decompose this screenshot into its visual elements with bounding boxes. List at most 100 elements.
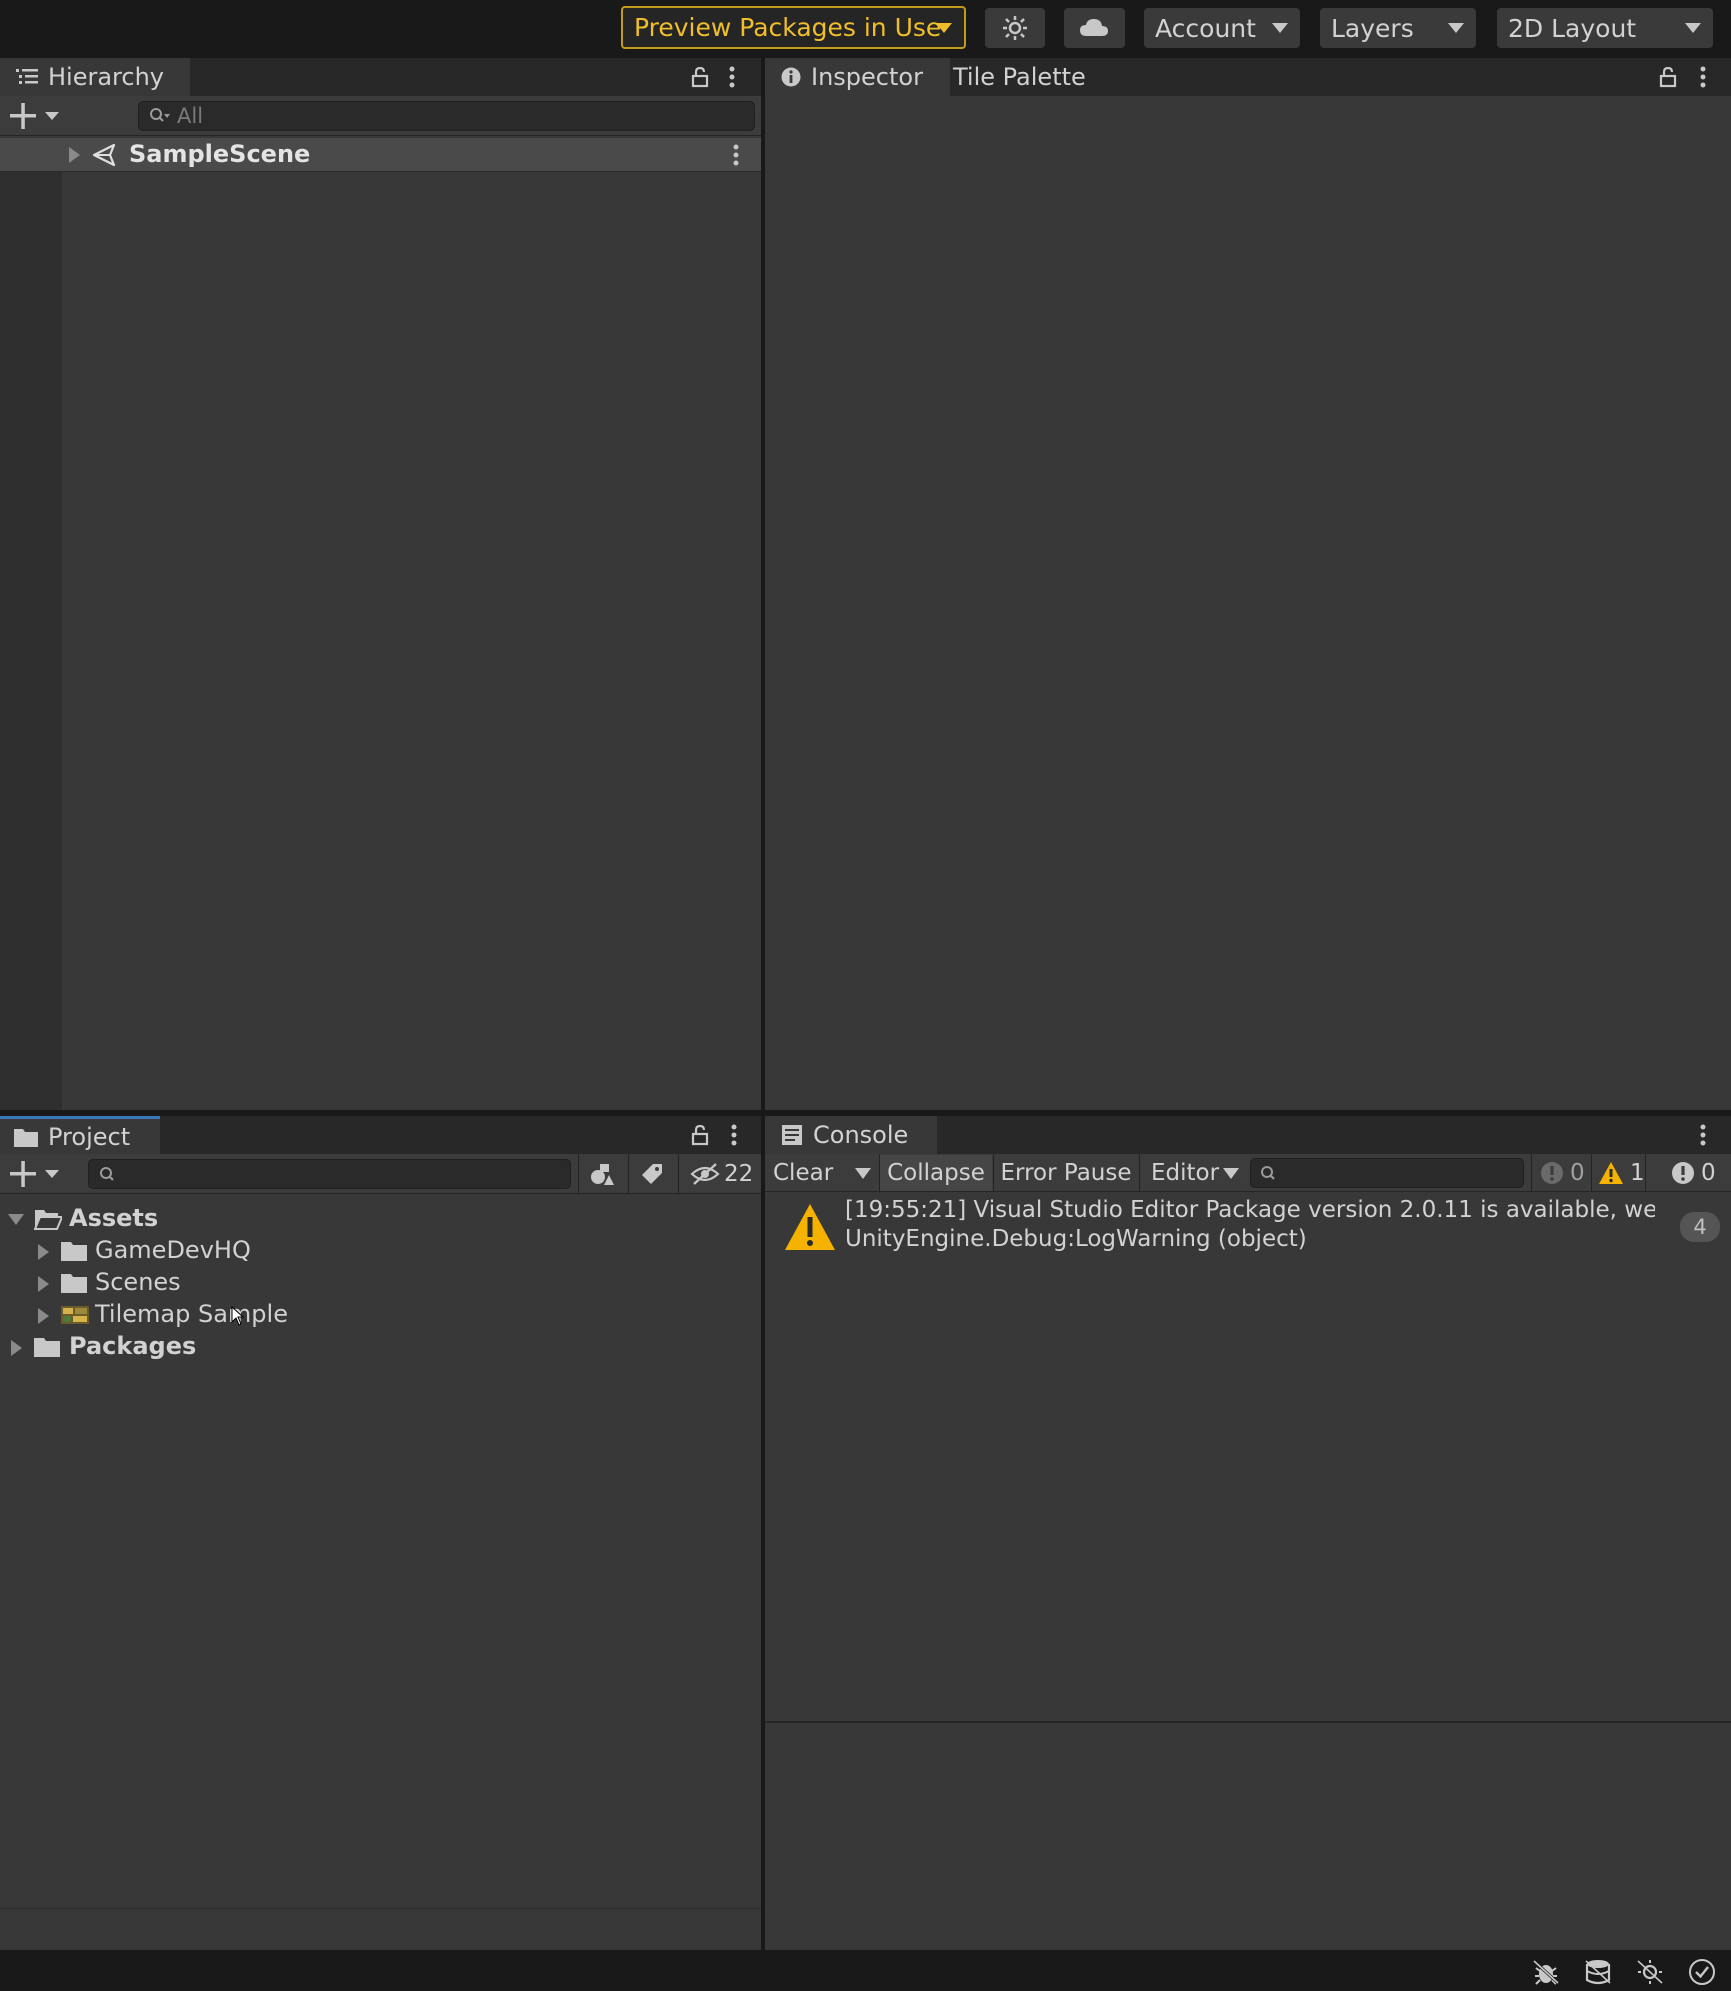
warning-icon (783, 1202, 837, 1252)
tab-inspector[interactable]: Inspector (765, 58, 950, 96)
collapse-arrow-icon[interactable] (8, 1214, 24, 1225)
error-pause-toggle[interactable]: Error Pause (996, 1155, 1136, 1191)
chevron-down-icon (1272, 23, 1288, 33)
inspector-tabbar: Inspector Tile Palette (765, 58, 1731, 96)
hidden-packages-count: 22 (724, 1161, 754, 1187)
hierarchy-search-input[interactable]: All (138, 101, 755, 131)
expand-arrow-icon[interactable] (38, 1276, 49, 1292)
kebab-menu-icon[interactable] (732, 144, 740, 166)
console-toolbar: Clear Collapse Error Pause Editor 0 1 0 (765, 1154, 1731, 1192)
debug-mode-icon[interactable] (1532, 1959, 1560, 1985)
tree-label-tilemap-sample: Tilemap Sample (95, 1300, 288, 1328)
hierarchy-toolbar: All (0, 96, 761, 136)
project-tabbar: Project (0, 1116, 761, 1154)
tree-item-scenes[interactable]: Scenes (0, 1268, 761, 1300)
cache-server-icon[interactable] (1584, 1959, 1612, 1985)
warning-filter-toggle[interactable]: 1 (1598, 1155, 1645, 1191)
cloud-icon (1078, 16, 1110, 40)
tab-project-label: Project (48, 1122, 131, 1151)
preview-packages-label: Preview Packages in Use (634, 13, 942, 42)
editor-label: Editor (1151, 1160, 1220, 1186)
tree-label-assets: Assets (69, 1204, 159, 1232)
tree-item-tilemap-sample[interactable]: Tilemap Sample (0, 1300, 761, 1332)
chevron-down-icon (1223, 1167, 1240, 1179)
log-message-line: [19:55:21] Visual Studio Editor Package … (845, 1197, 1655, 1223)
tab-console-label: Console (813, 1121, 909, 1149)
hierarchy-panel: Hierarchy All SampleScene (0, 58, 761, 1110)
add-icon[interactable] (10, 1161, 62, 1187)
cloud-button[interactable] (1064, 8, 1125, 48)
layers-label: Layers (1331, 13, 1414, 43)
expand-arrow-icon[interactable] (38, 1308, 49, 1324)
tree-item-assets[interactable]: Assets (0, 1204, 761, 1236)
log-collapse-count-badge: 4 (1680, 1212, 1720, 1242)
collapse-toggle[interactable]: Collapse (880, 1155, 992, 1191)
editor-target-dropdown[interactable]: Editor (1151, 1155, 1240, 1191)
console-search-input[interactable] (1250, 1158, 1524, 1188)
lock-icon[interactable] (690, 66, 710, 88)
tree-label-gamedevhq: GameDevHQ (95, 1236, 251, 1264)
console-panel: Console Clear Collapse Error Pause Edito… (765, 1116, 1731, 1950)
warning-icon (1598, 1161, 1624, 1185)
hierarchy-tabbar: Hierarchy (0, 58, 761, 96)
collapse-label: Collapse (887, 1160, 985, 1186)
preview-packages-dropdown[interactable]: Preview Packages in Use (621, 6, 966, 49)
tree-item-packages[interactable]: Packages (0, 1332, 761, 1364)
kebab-menu-icon[interactable] (1699, 66, 1707, 88)
error-icon (1540, 1161, 1564, 1185)
lock-icon[interactable] (690, 1124, 710, 1146)
filter-by-type-icon[interactable] (590, 1162, 616, 1186)
tab-hierarchy-label: Hierarchy (48, 63, 165, 91)
tree-item-gamedevhq[interactable]: GameDevHQ (0, 1236, 761, 1268)
layout-label: 2D Layout (1508, 13, 1637, 43)
status-bar (0, 1950, 1731, 1991)
clear-options-dropdown[interactable] (849, 1155, 877, 1191)
kebab-menu-icon[interactable] (1699, 1124, 1707, 1146)
tab-console[interactable]: Console (765, 1116, 937, 1154)
project-footer (0, 1909, 761, 1950)
clear-button[interactable]: Clear (773, 1155, 833, 1191)
chevron-down-icon (936, 23, 952, 33)
toolbar-separator (578, 1154, 579, 1194)
scene-name: SampleScene (129, 140, 311, 168)
unity-scene-icon (92, 143, 118, 167)
log-stacktrace-line: UnityEngine.Debug:LogWarning (object) (845, 1226, 1307, 1252)
scene-row[interactable]: SampleScene (0, 138, 761, 172)
console-tabbar: Console (765, 1116, 1731, 1154)
tilemap-folder-icon (61, 1306, 89, 1324)
project-search-input[interactable] (88, 1159, 571, 1189)
tab-hierarchy[interactable]: Hierarchy (0, 58, 190, 96)
lock-icon[interactable] (1658, 66, 1678, 88)
toolbar-separator (1645, 1154, 1646, 1192)
expand-arrow-icon[interactable] (38, 1244, 49, 1260)
hidden-packages-toggle[interactable]: 22 (690, 1158, 753, 1190)
auto-generate-lighting-icon[interactable] (1636, 1959, 1664, 1985)
layout-dropdown[interactable]: 2D Layout (1497, 8, 1713, 48)
hierarchy-gutter (0, 138, 62, 1110)
error-filter-toggle[interactable]: 0 (1540, 1155, 1585, 1191)
warning-count: 1 (1630, 1160, 1645, 1186)
services-icon (1001, 14, 1029, 42)
collab-button[interactable] (985, 8, 1045, 48)
console-log-entry[interactable]: [19:55:21] Visual Studio Editor Package … (765, 1194, 1731, 1258)
layers-dropdown[interactable]: Layers (1320, 8, 1476, 48)
inspector-body (765, 96, 1731, 1110)
progress-done-icon[interactable] (1688, 1958, 1716, 1986)
filter-by-label-icon[interactable] (640, 1162, 664, 1186)
tab-project[interactable]: Project (0, 1116, 160, 1154)
mouse-cursor-icon (231, 1306, 245, 1326)
error-count: 0 (1570, 1160, 1585, 1186)
expand-arrow-icon[interactable] (69, 147, 80, 163)
tab-inspector-label: Inspector (811, 63, 923, 91)
account-dropdown[interactable]: Account (1144, 8, 1300, 48)
search-icon (99, 1166, 117, 1184)
add-icon[interactable] (10, 103, 62, 129)
kebab-menu-icon[interactable] (730, 1124, 738, 1146)
chevron-down-icon (855, 1167, 871, 1179)
tab-tile-palette[interactable]: Tile Palette (950, 58, 1110, 96)
info-filter-toggle[interactable]: 0 (1671, 1155, 1716, 1191)
console-icon (781, 1124, 803, 1146)
info-message-icon (1671, 1161, 1695, 1185)
expand-arrow-icon[interactable] (11, 1340, 22, 1356)
kebab-menu-icon[interactable] (728, 66, 736, 88)
